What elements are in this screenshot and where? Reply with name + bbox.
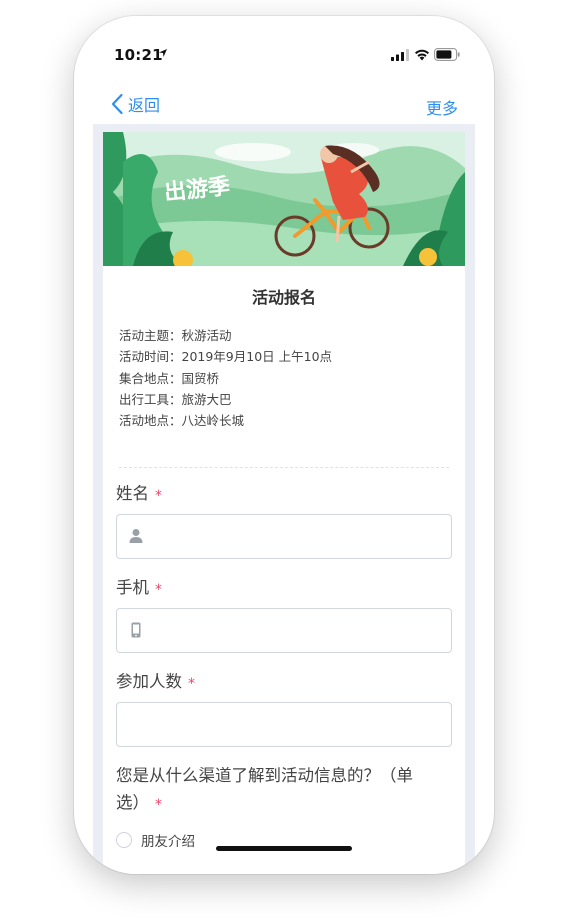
back-label: 返回 <box>128 96 161 115</box>
info-meeting-point: 集合地点：国贸桥 <box>119 370 220 386</box>
page-content[interactable]: 出游季 活动报名 活动主题：秋游活动 活动时间：2019年9月10日 上午10点… <box>93 124 475 874</box>
radio-label: 朋友介绍 <box>141 834 195 850</box>
question-line-1: 您是从什么渠道了解到活动信息的？（单 <box>116 766 413 785</box>
banner-illustration: 出游季 <box>103 132 465 266</box>
name-label-text: 姓名 <box>116 484 149 503</box>
radio-option-friend[interactable]: 朋友介绍 <box>116 830 195 850</box>
required-mark: * <box>188 676 195 692</box>
info-topic: 活动主题：秋游活动 <box>119 328 232 343</box>
name-label: 姓名 * <box>116 480 162 504</box>
required-mark: * <box>155 797 162 813</box>
activity-info: 活动主题：秋游活动 活动时间：2019年9月10日 上午10点 集合地点：国贸桥… <box>119 325 332 431</box>
back-button[interactable]: 返回 <box>110 92 160 116</box>
required-mark: * <box>155 582 162 598</box>
phone-label: 手机 * <box>116 574 162 598</box>
battery-icon <box>434 48 460 61</box>
count-input[interactable] <box>116 702 452 747</box>
name-input[interactable] <box>116 514 452 559</box>
banner-graphic: 出游季 <box>103 132 465 266</box>
section-divider <box>119 467 449 468</box>
mobile-icon <box>131 622 141 638</box>
status-time: 10:21 <box>114 46 163 64</box>
form-title: 活动报名 <box>251 288 316 307</box>
radio-button[interactable] <box>116 832 132 848</box>
nav-bar: 返回 更多 <box>74 86 494 118</box>
phone-frame: 10:21 返回 更多 出游季 活动报名 活动主题：秋游活动 活动时间：2019… <box>74 16 494 874</box>
home-indicator[interactable] <box>216 846 352 851</box>
signal-icon <box>391 49 409 61</box>
status-bar: 10:21 <box>74 16 494 64</box>
required-mark: * <box>155 488 162 504</box>
channel-question-label: 您是从什么渠道了解到活动信息的？（单 选） * <box>116 762 456 818</box>
info-location: 活动地点：八达岭长城 <box>119 413 245 429</box>
location-arrow-icon <box>159 49 167 57</box>
phone-label-text: 手机 <box>116 578 149 597</box>
count-label-text: 参加人数 <box>116 672 182 691</box>
more-button[interactable]: 更多 <box>426 95 458 119</box>
signup-card: 出游季 活动报名 活动主题：秋游活动 活动时间：2019年9月10日 上午10点… <box>103 132 465 874</box>
info-time: 活动时间：2019年9月10日 上午10点 <box>119 349 333 365</box>
chevron-left-icon <box>111 93 123 115</box>
wifi-icon <box>415 49 429 61</box>
phone-input[interactable] <box>116 608 452 653</box>
count-label: 参加人数 * <box>116 668 195 692</box>
info-transport: 出行工具：旅游大巴 <box>119 391 232 407</box>
user-icon <box>129 529 143 543</box>
question-line-2: 选） <box>116 793 149 812</box>
